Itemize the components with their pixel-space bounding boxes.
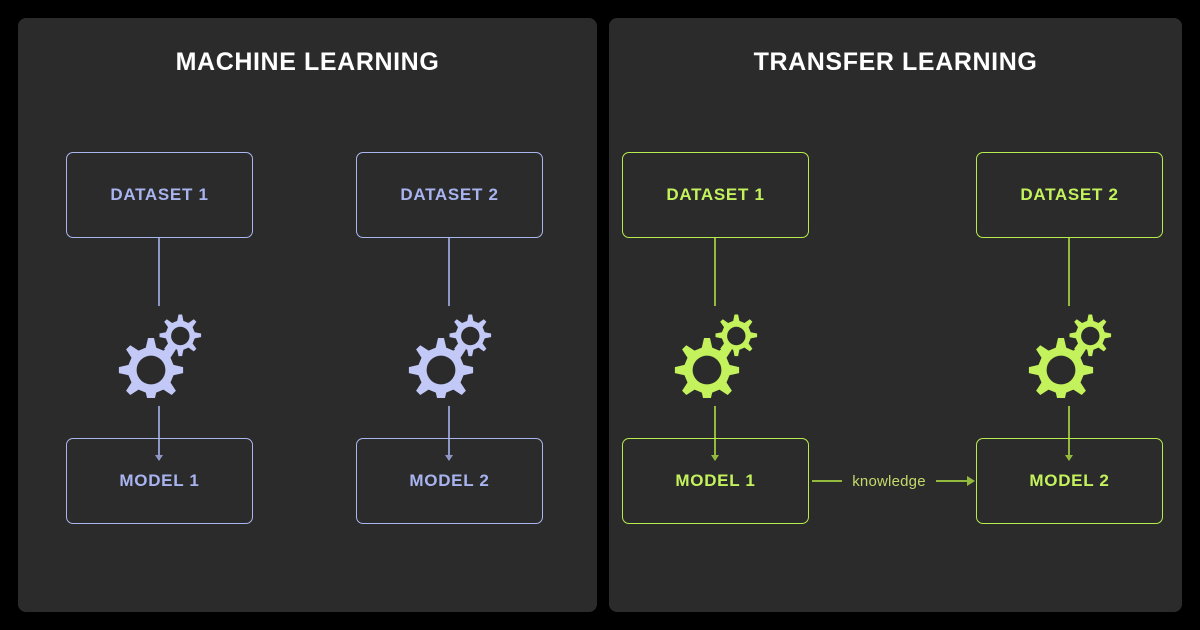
knowledge-label: knowledge [852, 472, 926, 490]
node-model-2-tl[interactable]: MODEL 2 [976, 438, 1163, 524]
panel-title-machine-learning: MACHINE LEARNING [175, 48, 440, 76]
arrow-right-icon [966, 476, 975, 486]
node-model-2-ml[interactable]: MODEL 2 [356, 438, 543, 524]
node-dataset-2-tl[interactable]: DATASET 2 [976, 152, 1163, 238]
knowledge-line-right [935, 480, 968, 482]
connector-dataset1-to-gears-ml [152, 238, 166, 306]
diagram-canvas: MACHINE LEARNING DATASET 1 MODEL 1 DATAS… [0, 0, 1200, 630]
connector-dataset2-to-gears-tl [1062, 238, 1076, 306]
node-label: DATASET 1 [110, 185, 209, 204]
panel-machine-learning: MACHINE LEARNING DATASET 1 MODEL 1 DATAS… [18, 18, 597, 612]
node-label: MODEL 2 [1029, 471, 1110, 490]
gears-icon [1022, 306, 1118, 398]
gears-icon [402, 306, 498, 398]
node-label: MODEL 1 [119, 471, 200, 490]
gears-icon [112, 306, 208, 398]
connector-dataset2-to-gears-ml [442, 238, 456, 306]
node-label: DATASET 2 [1020, 185, 1119, 204]
node-model-1-tl[interactable]: MODEL 1 [622, 438, 809, 524]
node-dataset-1-tl[interactable]: DATASET 1 [622, 152, 809, 238]
knowledge-transfer-arrow: knowledge [811, 466, 976, 496]
node-label: MODEL 2 [409, 471, 490, 490]
panel-transfer-learning: TRANSFER LEARNING DATASET 1 MODEL 1 DATA [609, 18, 1182, 612]
gears-icon [668, 306, 764, 398]
node-model-1-ml[interactable]: MODEL 1 [66, 438, 253, 524]
node-label: DATASET 1 [666, 185, 765, 204]
knowledge-line-left [812, 480, 843, 482]
connector-dataset1-to-gears-tl [708, 238, 722, 306]
node-dataset-2-ml[interactable]: DATASET 2 [356, 152, 543, 238]
node-label: MODEL 1 [675, 471, 756, 490]
node-label: DATASET 2 [400, 185, 499, 204]
panel-title-transfer-learning: TRANSFER LEARNING [753, 48, 1038, 76]
node-dataset-1-ml[interactable]: DATASET 1 [66, 152, 253, 238]
